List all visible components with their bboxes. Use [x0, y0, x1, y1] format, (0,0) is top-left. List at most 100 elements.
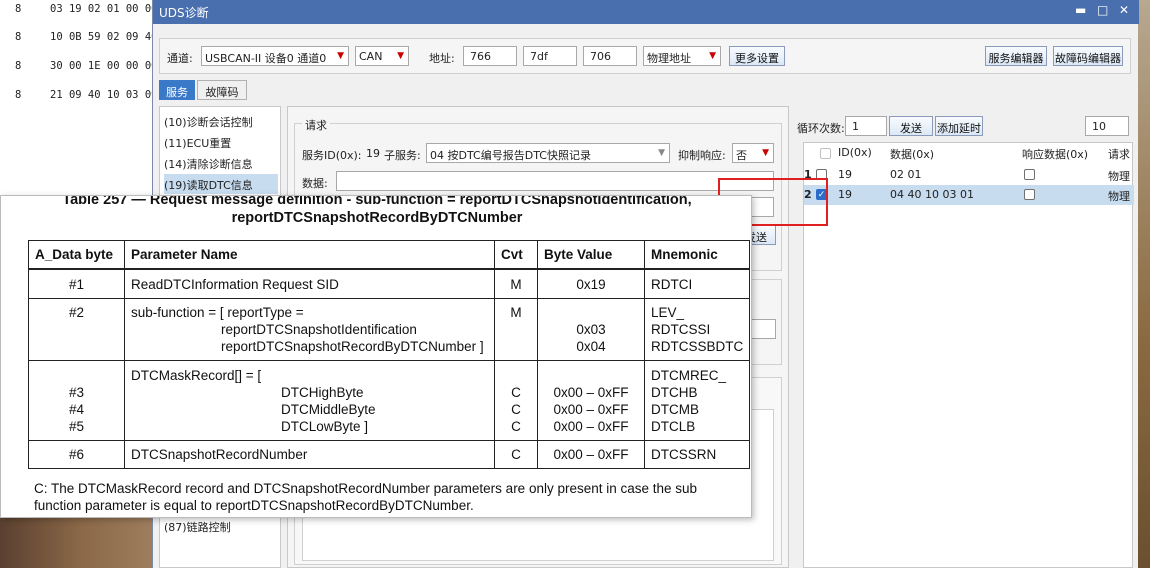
footnote-line: function parameter is equal to reportDTC… [34, 498, 474, 513]
cell-text: C [511, 402, 521, 417]
send-list-panel: 循环次数: 1 发送 添加延时 10 ID(0x) 数据(0x) 响应数据(0x… [795, 114, 1134, 568]
row-id: 19 [838, 188, 852, 201]
log-row: 8 03 19 02 01 00 00 00 [0, 3, 176, 19]
request-definition-table: A_Data byte Parameter Name Cvt Byte Valu… [28, 240, 751, 469]
address-input-1[interactable]: 766 [463, 46, 517, 66]
close-icon[interactable]: ✕ [1119, 3, 1129, 17]
table-row: #1 ReadDTCInformation Request SID M 0x19… [28, 268, 751, 299]
row-addr-type: 物理 [1108, 170, 1130, 183]
grid-header-response: 响应数据(0x) [1022, 148, 1089, 161]
cell-text [544, 304, 638, 321]
data-input[interactable] [336, 171, 774, 191]
cell-text: DTCSnapshotRecordNumber [131, 447, 308, 462]
screen: 8 03 19 02 01 00 00 00 8 10 0B 59 02 09 40… [0, 0, 1150, 568]
service-item[interactable]: (14)清除诊断信息 [164, 153, 278, 173]
log-row: 8 10 0B 59 02 09 40 1 [0, 31, 170, 47]
iso-table-excerpt: Table 257 — Request message definition -… [0, 195, 752, 518]
cell-text: DTCMiddleByte [281, 402, 376, 417]
row-addr-type: 物理 [1108, 190, 1130, 203]
cell-text: RDTCSSBDTC [651, 339, 744, 354]
cell-text: DTCLB [651, 419, 696, 434]
cell-text: RDTCSSI [651, 322, 711, 337]
row-data: 04 40 10 03 01 [890, 188, 974, 201]
log-length: 8 [15, 60, 22, 72]
address-input-2[interactable]: 7df [523, 46, 577, 66]
suppress-select[interactable]: 否 ▼ [732, 143, 774, 163]
minimize-icon[interactable]: ▬ [1075, 3, 1086, 17]
log-row: 8 30 00 1E 00 00 00 0 [0, 60, 170, 76]
dtc-editor-button[interactable]: 故障码编辑器 [1053, 46, 1123, 66]
cell-text: DTCHighByte [281, 385, 364, 400]
request-group-label: 请求 [302, 117, 330, 133]
suppress-value: 否 [736, 149, 747, 162]
desktop-wallpaper-edge [1138, 0, 1150, 568]
select-all-checkbox[interactable] [820, 148, 831, 159]
cell-text: #5 [68, 419, 85, 434]
more-settings-button[interactable]: 更多设置 [729, 46, 785, 66]
header-cell: Byte Value [537, 240, 645, 270]
grid-row[interactable]: 1 19 02 01 物理 [804, 165, 1134, 185]
tab-services[interactable]: 服务 [159, 80, 195, 100]
cell-text: LEV_ [651, 305, 685, 320]
cell-text: #1 [68, 276, 85, 292]
maximize-icon[interactable]: □ [1097, 3, 1108, 17]
protocol-select[interactable]: CAN ▼ [355, 46, 409, 66]
cell-text: 0x00 – 0xFF [553, 402, 629, 417]
address-label: 地址: [429, 52, 455, 65]
window-title: UDS诊断 [159, 6, 209, 20]
service-item-selected[interactable]: (19)读取DTC信息 [164, 174, 278, 194]
data-label: 数据: [302, 177, 328, 190]
response-checkbox[interactable] [1024, 169, 1035, 180]
cell-text: 0x00 – 0xFF [553, 419, 629, 434]
cell-text: 0x03 [576, 322, 606, 337]
table-row: #2 sub-function = [ reportType = reportD… [28, 298, 751, 361]
log-length: 8 [15, 3, 22, 15]
chevron-down-icon: ▼ [709, 51, 716, 61]
service-item[interactable]: (87)链路控制 [164, 516, 278, 536]
cell-text: #2 [68, 305, 85, 320]
chevron-down-icon: ▼ [397, 51, 404, 61]
response-checkbox[interactable] [1024, 189, 1035, 200]
log-length: 8 [15, 89, 22, 101]
desktop-wallpaper [0, 510, 160, 568]
channel-select[interactable]: USBCAN-II 设备0 通道0 ▼ [201, 46, 349, 66]
suppress-label: 抑制响应: [678, 149, 726, 162]
cycle-count-input[interactable]: 1 [845, 116, 887, 136]
channel-value: USBCAN-II 设备0 通道0 [205, 52, 327, 65]
cell-text: 0x19 [576, 276, 606, 292]
cell-text [35, 367, 118, 384]
add-delay-button[interactable]: 添加延时 [935, 116, 983, 136]
cell-text: DTCSSRN [651, 447, 717, 462]
cell-text: #3 [68, 385, 85, 400]
header-cell: A_Data byte [28, 240, 125, 270]
address-input-3[interactable]: 706 [583, 46, 637, 66]
service-id-label: 服务ID(0x): [302, 149, 362, 162]
cycle-count-label: 循环次数: [797, 122, 845, 135]
cell-text: 0x00 – 0xFF [553, 447, 629, 462]
send-grid: ID(0x) 数据(0x) 响应数据(0x) 请求 1 19 02 01 物理 … [803, 142, 1134, 568]
cell-text: reportDTCSnapshotIdentification [221, 322, 417, 337]
cell-text: #4 [68, 402, 85, 417]
service-editor-button[interactable]: 服务编辑器 [985, 46, 1047, 66]
log-row: 8 21 09 40 10 03 09 F [0, 89, 170, 105]
cycle-send-button[interactable]: 发送 [889, 116, 933, 136]
service-item[interactable]: (11)ECU重置 [164, 132, 278, 152]
title-bar[interactable]: UDS诊断 ▬ □ ✕ [153, 0, 1139, 24]
grid-row-selected[interactable]: 2 ✓ 19 04 40 10 03 01 物理 [804, 185, 1134, 205]
tab-dtc[interactable]: 故障码 [197, 80, 247, 100]
channel-label: 通道: [167, 52, 193, 65]
doc-title-line2: reportDTCSnapshotRecordByDTCNumber [231, 210, 523, 226]
address-type-select[interactable]: 物理地址 ▼ [643, 46, 721, 66]
cell-text: DTCMB [651, 402, 699, 417]
header-cell: Mnemonic [643, 240, 751, 270]
cell-text: M [510, 276, 522, 292]
service-item[interactable]: (10)诊断会话控制 [164, 111, 278, 131]
subservice-select[interactable]: 04 按DTC编号报告DTC快照记录 ▼ [426, 143, 670, 163]
cell-text: reportDTCSnapshotRecordByDTCNumber ] [221, 339, 484, 354]
subservice-value: 04 按DTC编号报告DTC快照记录 [430, 149, 591, 162]
table-footnote: C: The DTCMaskRecord record and DTCSnaps… [34, 480, 744, 514]
cell-text: 0x04 [576, 339, 606, 354]
interval-input[interactable]: 10 [1085, 116, 1129, 136]
cell-text: RDTCI [651, 276, 693, 292]
cell-text: ReadDTCInformation Request SID [131, 276, 339, 292]
